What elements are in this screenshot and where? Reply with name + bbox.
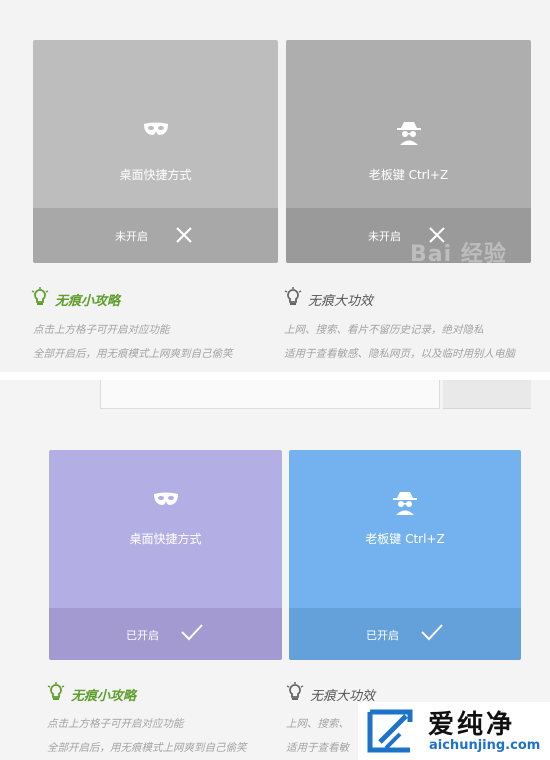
card-desktop-shortcut-on[interactable]: 桌面快捷方式 已开启	[49, 450, 282, 660]
card-title: 桌面快捷方式	[119, 168, 192, 182]
card-title: 桌面快捷方式	[129, 532, 202, 546]
card-title: 老板键 Ctrl+Z	[365, 532, 445, 546]
tips-heading-label: 无痕小攻略	[55, 293, 121, 309]
card-footer: 已开启	[49, 608, 282, 660]
incognito-person-icon	[392, 490, 418, 520]
logo-name: 爱纯净	[428, 710, 516, 740]
mask-icon	[153, 492, 179, 512]
tip-line: 全部开启后，用无痕模式上网爽到自己偷笑	[33, 348, 233, 360]
card-desktop-shortcut-off[interactable]: 桌面快捷方式 未开启	[33, 40, 278, 263]
tips-right-heading: 无痕大功效	[284, 287, 373, 311]
card-boss-key-off[interactable]: 老板键 Ctrl+Z 未开启	[286, 40, 531, 263]
logo-domain: aichunjing.com	[429, 738, 541, 753]
screenshot-divider	[0, 372, 550, 380]
logo-mark-icon	[366, 708, 422, 758]
mask-icon	[143, 122, 169, 142]
tip-line: 适用于查看敏	[286, 742, 349, 754]
card-boss-key-on[interactable]: 老板键 Ctrl+Z 已开启	[289, 450, 521, 660]
close-icon	[175, 226, 193, 248]
card-title: 老板键 Ctrl+Z	[368, 168, 449, 182]
search-button[interactable]	[443, 380, 531, 409]
status-label: 已开启	[126, 629, 159, 642]
card-footer: 未开启	[33, 208, 278, 263]
card-footer: 已开启	[289, 608, 521, 660]
tip-line: 上网、搜索、	[286, 718, 349, 730]
tips-left-heading: 无痕小攻略	[47, 682, 136, 706]
check-icon	[180, 623, 204, 645]
tip-line: 点击上方格子可开启对应功能	[47, 718, 184, 730]
tips-heading-label: 无痕大功效	[310, 688, 376, 704]
lightbulb-icon	[47, 682, 65, 706]
incognito-person-icon	[396, 120, 422, 150]
tip-line: 上网、搜索、看片不留历史记录，绝对隐私	[284, 324, 484, 336]
card-face	[289, 450, 521, 608]
status-label: 未开启	[368, 230, 401, 243]
search-input[interactable]	[100, 380, 440, 409]
lightbulb-icon	[31, 287, 49, 311]
tip-line: 点击上方格子可开启对应功能	[33, 324, 170, 336]
lightbulb-icon	[284, 287, 302, 311]
watermark: Bai 经验	[410, 242, 507, 267]
tips-heading-label: 无痕大功效	[308, 293, 374, 309]
tip-line: 适用于查看敏感、隐私网页，以及临时用别人电脑	[284, 348, 515, 360]
tip-line: 全部开启后，用无痕模式上网爽到自己偷笑	[47, 742, 247, 754]
status-label: 已开启	[366, 629, 399, 642]
card-face	[49, 450, 282, 608]
check-icon	[420, 623, 444, 645]
status-label: 未开启	[115, 230, 148, 243]
site-logo: 爱纯净 aichunjing.com	[358, 702, 550, 760]
tips-heading-label: 无痕小攻略	[71, 688, 137, 704]
tips-left-heading: 无痕小攻略	[31, 287, 120, 311]
lightbulb-icon	[286, 682, 304, 706]
